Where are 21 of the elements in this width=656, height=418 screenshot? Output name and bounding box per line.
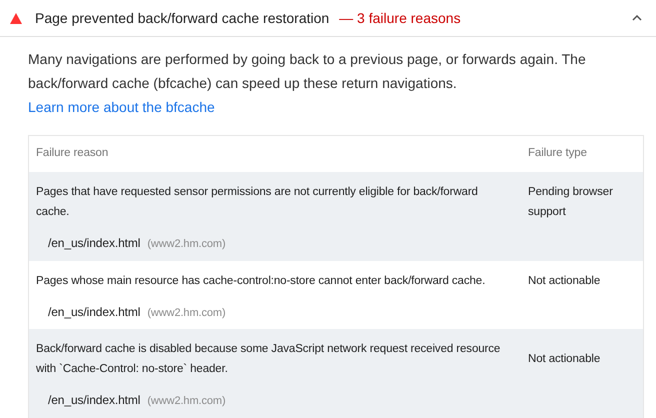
audit-header[interactable]: Page prevented back/forward cache restoration — 3 failure reasons	[0, 0, 656, 37]
url-text: /en_us/index.html	[48, 392, 140, 409]
host-text: (www2.hm.com)	[147, 394, 226, 409]
collapse-icon[interactable]	[632, 15, 642, 21]
host-text: (www2.hm.com)	[147, 237, 226, 252]
failure-reason: Pages whose main resource has cache-control:no-store cannot enter back/forward cache.	[36, 274, 486, 288]
url-text: /en_us/index.html	[48, 304, 140, 320]
failure-type: Pending browser support	[528, 185, 614, 220]
failure-type: Not actionable	[528, 352, 602, 367]
failure-count: — 3 failure reasons	[339, 8, 461, 28]
audit-description: Many navigations are performed by going back to a previous page, or forwards again. The back/forward cache (bfcache) can speed up these return navigations. Learn more about the bfcache	[28, 50, 587, 117]
column-header: Failure reason	[35, 146, 110, 162]
warning-icon	[10, 12, 22, 24]
audit-title: Page prevented back/forward cache restoration	[35, 8, 330, 28]
host-text: (www2.hm.com)	[147, 306, 226, 320]
url-text: /en_us/index.html	[48, 235, 140, 252]
failure-reason: Back/forward cache is disabled because some JavaScript network request received resource with `Cache-Control: no-store` header.	[36, 342, 502, 377]
failure-type: Not actionable	[528, 274, 602, 288]
column-header: Failure type	[528, 146, 587, 162]
learn-more-link[interactable]: Learn more about the bfcache	[28, 99, 215, 115]
failure-reason: Pages that have requested sensor permissions are not currently eligible for back/forward cache.	[36, 185, 479, 220]
